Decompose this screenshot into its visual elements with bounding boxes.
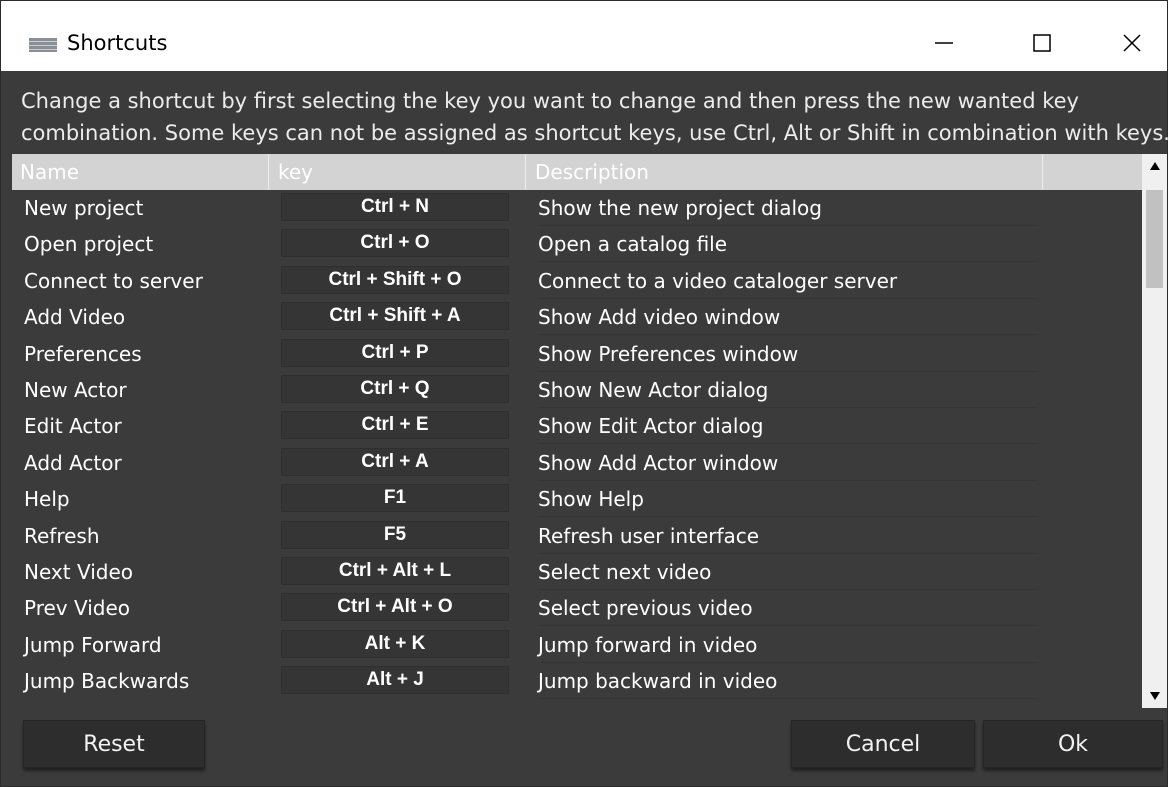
shortcut-key-field[interactable]: Ctrl + E [281, 411, 509, 440]
table-header: Name key Description [12, 154, 1142, 190]
table-body: New project Ctrl + N Show the new project … [12, 190, 1142, 708]
shortcuts-window: Shortcuts Change a shortcut by first sel… [0, 0, 1168, 787]
shortcut-description: Show New Actor dialog [538, 372, 1038, 408]
table-row[interactable]: Help F1 Show Help [12, 481, 1142, 518]
close-button[interactable] [1109, 21, 1155, 65]
ok-button[interactable]: Ok [983, 720, 1163, 768]
shortcut-name: Edit Actor [24, 414, 122, 439]
shortcut-description: Select previous video [538, 590, 1038, 627]
shortcut-description: Show Edit Actor dialog [538, 408, 1038, 445]
scroll-up-button[interactable] [1142, 154, 1167, 178]
table-row[interactable]: Prev Video Ctrl + Alt + O Select previous … [12, 590, 1142, 627]
table-row[interactable]: Edit Actor Ctrl + E Show Edit Actor dialog [12, 408, 1142, 445]
table-row[interactable]: Add Actor Ctrl + A Show Add Actor window [12, 445, 1142, 481]
shortcut-name: Prev Video [24, 596, 131, 621]
shortcut-description: Select next video [538, 554, 1038, 590]
column-header-extra [1044, 154, 1142, 190]
shortcut-description: Show Help [538, 481, 1038, 518]
table-row[interactable]: Refresh F5 Refresh user interface [12, 518, 1142, 554]
title-bar[interactable]: Shortcuts [1, 1, 1167, 71]
shortcut-description: Jump backward in video [538, 663, 1038, 700]
shortcut-key-field[interactable]: Ctrl + Q [281, 374, 509, 403]
shortcut-description: Show Add Actor window [538, 445, 1038, 481]
table-row[interactable]: New Actor Ctrl + Q Show New Actor dialog [12, 372, 1142, 408]
shortcut-name: Help [24, 487, 70, 512]
instructions-line-2: combination. Some keys can not be assign… [21, 121, 1168, 145]
table-row[interactable]: Jump Backwards Alt + J Jump backward in vi… [12, 663, 1142, 700]
shortcut-key-field[interactable]: F5 [281, 520, 509, 549]
shortcut-name: Jump Forward [24, 632, 162, 657]
shortcut-name: Open project [24, 232, 154, 257]
column-header-description[interactable]: Description [527, 154, 1043, 190]
shortcut-key-field[interactable]: Ctrl + Alt + L [281, 556, 509, 585]
table-row[interactable]: Jump Forward Alt + K Jump forward in video [12, 627, 1142, 663]
shortcut-key-field[interactable]: Ctrl + Alt + O [281, 593, 509, 622]
shortcut-name: Add Video [24, 305, 126, 330]
scroll-down-button[interactable] [1142, 684, 1167, 708]
shortcut-name: Add Actor [24, 450, 122, 475]
shortcut-key-field[interactable]: Alt + K [281, 629, 509, 658]
shortcut-name: New Actor [24, 377, 127, 402]
table-row[interactable]: Open project Ctrl + O Open a catalog file [12, 226, 1142, 263]
table-row[interactable]: Preferences Ctrl + P Show Preferences wind… [12, 336, 1142, 372]
maximize-icon [1033, 34, 1051, 52]
shortcut-key-field[interactable]: F1 [281, 484, 509, 513]
column-header-key[interactable]: key [270, 154, 526, 190]
reset-button[interactable]: Reset [23, 720, 205, 768]
shortcut-key-field[interactable]: Ctrl + P [281, 338, 509, 367]
shortcut-description: Refresh user interface [538, 518, 1038, 554]
shortcut-key-field[interactable]: Ctrl + A [281, 447, 509, 476]
scroll-up-arrow-icon [1149, 162, 1160, 170]
shortcut-name: Connect to server [24, 268, 203, 293]
shortcut-description: Show the new project dialog [538, 190, 1038, 226]
shortcut-key-field[interactable]: Ctrl + Shift + A [281, 302, 509, 331]
shortcut-key-field[interactable]: Ctrl + Shift + O [281, 265, 509, 294]
shortcut-description: Jump forward in video [538, 627, 1038, 663]
shortcut-description: Open a catalog file [538, 226, 1038, 263]
minimize-button[interactable] [921, 21, 967, 65]
column-header-name[interactable]: Name [12, 154, 269, 190]
dialog-footer: Reset Cancel Ok [1, 708, 1167, 786]
table-row[interactable]: New project Ctrl + N Show the new project … [12, 190, 1142, 226]
table-row[interactable]: Connect to server Ctrl + Shift + O Connect… [12, 263, 1142, 299]
shortcut-key-field[interactable]: Ctrl + N [281, 193, 509, 221]
table-row[interactable]: Add Video Ctrl + Shift + A Show Add video … [12, 299, 1142, 336]
vertical-scrollbar[interactable] [1142, 154, 1167, 708]
shortcut-name: Jump Backwards [24, 669, 190, 694]
cancel-button[interactable]: Cancel [791, 720, 975, 768]
shortcut-name: Next Video [24, 559, 133, 584]
shortcuts-table: Name key Description New project Ctrl + N… [12, 154, 1142, 708]
scroll-down-arrow-icon [1149, 692, 1160, 700]
maximize-button[interactable] [1019, 21, 1065, 65]
shortcut-name: Refresh [24, 523, 100, 548]
shortcut-key-field[interactable]: Alt + J [281, 666, 509, 695]
shortcut-description: Connect to a video cataloger server [538, 263, 1038, 299]
close-icon [1123, 34, 1141, 52]
shortcut-key-field[interactable]: Ctrl + O [281, 229, 509, 258]
minimize-icon [935, 42, 953, 44]
instructions-text: Change a shortcut by first selecting the… [21, 85, 1168, 149]
shortcut-description: Show Preferences window [538, 336, 1038, 372]
app-window-icon [29, 37, 57, 52]
instructions-line-1: Change a shortcut by first selecting the… [21, 89, 1079, 113]
shortcut-name: New project [24, 196, 144, 220]
shortcut-description: Show Add video window [538, 299, 1038, 336]
scrollbar-thumb[interactable] [1146, 190, 1163, 288]
shortcut-name: Preferences [24, 341, 142, 366]
window-title: Shortcuts [67, 31, 168, 55]
table-row[interactable]: Next Video Ctrl + Alt + L Select next vide… [12, 554, 1142, 590]
